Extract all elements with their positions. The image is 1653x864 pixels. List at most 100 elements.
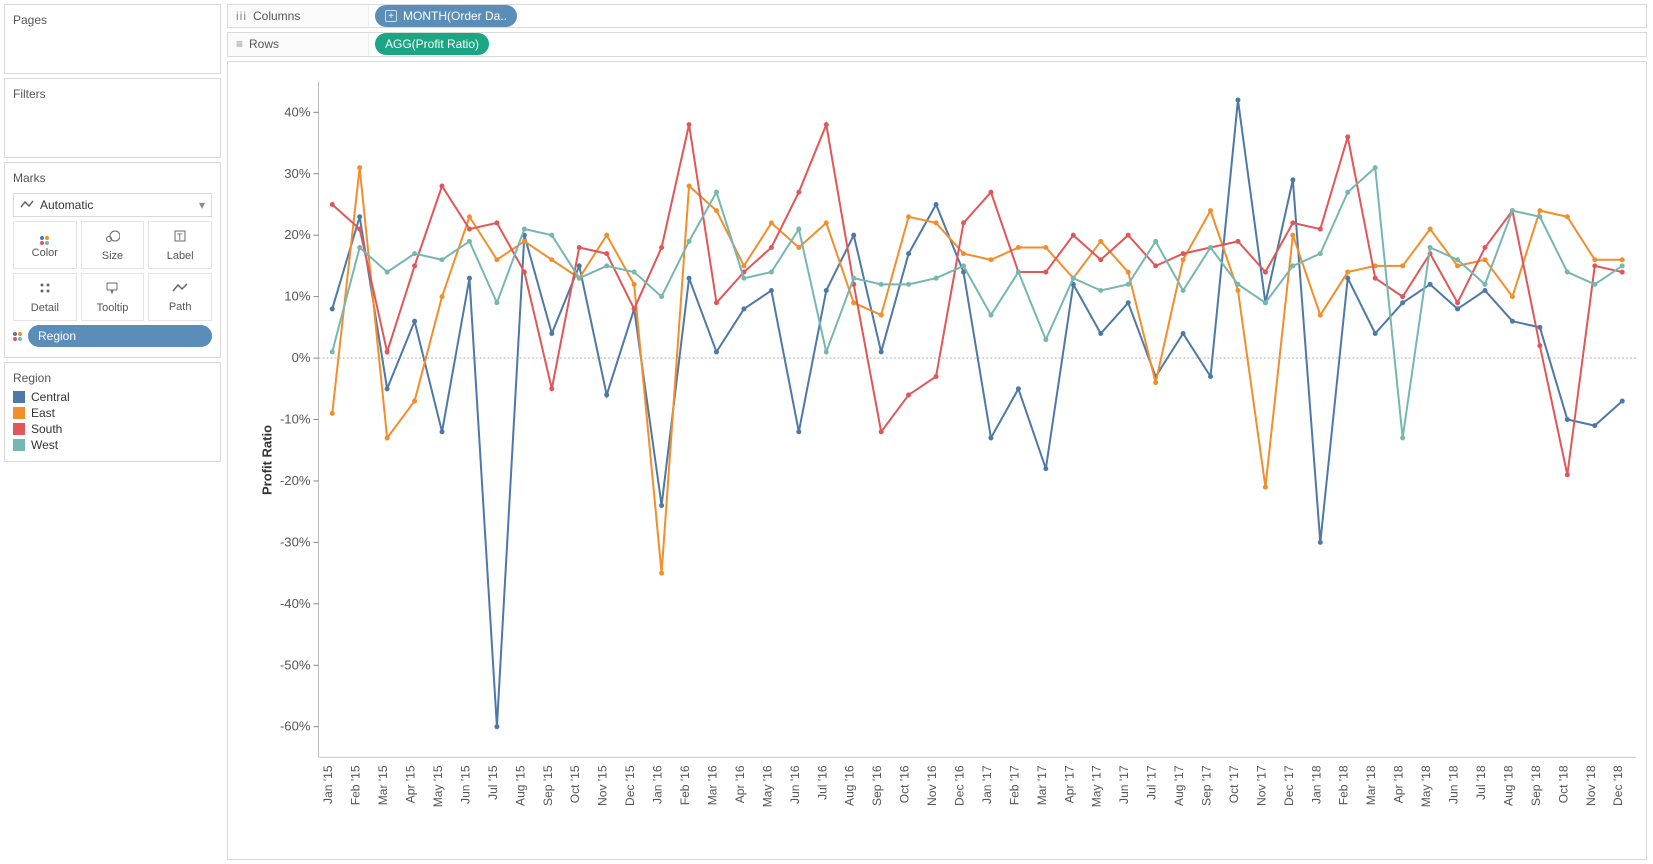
svg-text:Mar '17: Mar '17	[1035, 765, 1049, 805]
svg-text:Oct '17: Oct '17	[1227, 765, 1241, 803]
legend-item-central[interactable]: Central	[13, 389, 212, 405]
detail-icon	[38, 281, 52, 300]
svg-text:May '17: May '17	[1090, 765, 1104, 807]
svg-text:Jan '17: Jan '17	[980, 765, 994, 804]
svg-text:-40%: -40%	[280, 595, 311, 610]
svg-text:Jun '16: Jun '16	[788, 765, 802, 804]
svg-text:Dec '15: Dec '15	[623, 765, 637, 806]
svg-text:-30%: -30%	[280, 534, 311, 549]
svg-text:Apr '15: Apr '15	[404, 765, 418, 803]
legend-item-west[interactable]: West	[13, 437, 212, 453]
columns-shelf[interactable]: iii Columns + MONTH(Order Da..	[227, 4, 1647, 28]
svg-text:May '18: May '18	[1419, 765, 1433, 807]
color-icon	[40, 231, 49, 245]
svg-text:Jan '18: Jan '18	[1309, 765, 1323, 804]
svg-text:Oct '16: Oct '16	[898, 765, 912, 803]
svg-text:Feb '18: Feb '18	[1337, 765, 1351, 805]
svg-text:30%: 30%	[284, 165, 311, 180]
color-legend-card[interactable]: Region CentralEastSouthWest	[4, 362, 221, 462]
label-icon: T	[173, 229, 187, 248]
marks-color-button[interactable]: Color	[13, 221, 77, 269]
marks-tooltip-button[interactable]: Tooltip	[81, 273, 145, 321]
columns-icon: iii	[236, 9, 247, 23]
marks-card: Marks Automatic ▾ ColorSizeTLabelDetailT…	[4, 162, 221, 358]
marks-type-label: Automatic	[40, 198, 93, 212]
svg-text:Apr '18: Apr '18	[1392, 765, 1406, 803]
svg-text:0%: 0%	[292, 350, 311, 365]
rows-shelf-label: Rows	[249, 37, 279, 51]
svg-text:Apr '16: Apr '16	[733, 765, 747, 803]
svg-text:Apr '17: Apr '17	[1062, 765, 1076, 803]
svg-text:-60%: -60%	[280, 718, 311, 733]
legend-swatch	[13, 423, 25, 435]
line-chart: -60% -50% -40% -30% -20% -10% 0% 10% 20% 30% 40% Ja…	[228, 62, 1646, 859]
legend-item-south[interactable]: South	[13, 421, 212, 437]
svg-text:Aug '15: Aug '15	[513, 765, 527, 806]
svg-text:Aug '16: Aug '16	[843, 765, 857, 806]
rows-icon: ≡	[236, 37, 243, 51]
svg-text:Aug '18: Aug '18	[1501, 765, 1515, 806]
svg-text:T: T	[177, 232, 183, 242]
marks-size-button[interactable]: Size	[81, 221, 145, 269]
svg-text:Nov '15: Nov '15	[596, 765, 610, 806]
svg-text:Jul '16: Jul '16	[815, 765, 829, 800]
legend-swatch	[13, 439, 25, 451]
svg-text:Sep '16: Sep '16	[870, 765, 884, 806]
svg-text:Jan '15: Jan '15	[321, 765, 335, 804]
svg-text:Jul '17: Jul '17	[1145, 765, 1159, 800]
rows-shelf[interactable]: ≡ Rows AGG(Profit Ratio)	[227, 32, 1647, 56]
marks-type-dropdown[interactable]: Automatic ▾	[13, 193, 212, 217]
svg-text:Dec '17: Dec '17	[1282, 765, 1296, 806]
line-chart-icon	[20, 200, 34, 210]
svg-text:Jul '15: Jul '15	[486, 765, 500, 800]
svg-text:-50%: -50%	[280, 657, 311, 672]
path-icon	[172, 282, 188, 299]
chart-viewport[interactable]: Profit Ratio -60% -50% -40% -30% -20% -10% 0% 1…	[227, 61, 1647, 860]
y-axis-title: Profit Ratio	[260, 425, 275, 495]
marks-label-button[interactable]: TLabel	[148, 221, 212, 269]
legend-swatch	[13, 407, 25, 419]
svg-text:Oct '18: Oct '18	[1556, 765, 1570, 803]
pages-title: Pages	[13, 11, 212, 31]
pages-card[interactable]: Pages	[4, 4, 221, 74]
svg-text:Aug '17: Aug '17	[1172, 765, 1186, 806]
svg-text:20%: 20%	[284, 227, 311, 242]
marks-path-button[interactable]: Path	[148, 273, 212, 321]
svg-text:Sep '15: Sep '15	[541, 765, 555, 806]
filters-title: Filters	[13, 85, 212, 105]
marks-field-pill[interactable]: Region	[28, 325, 212, 347]
color-dots-icon	[13, 332, 22, 341]
svg-text:May '16: May '16	[760, 765, 774, 807]
svg-text:Jun '15: Jun '15	[458, 765, 472, 804]
svg-text:-20%: -20%	[280, 472, 311, 487]
svg-text:Feb '15: Feb '15	[349, 765, 363, 805]
svg-text:Oct '15: Oct '15	[568, 765, 582, 803]
marks-detail-button[interactable]: Detail	[13, 273, 77, 321]
svg-text:40%: 40%	[284, 104, 311, 119]
tooltip-icon	[105, 281, 119, 300]
svg-text:Jun '18: Jun '18	[1447, 765, 1461, 804]
svg-text:Mar '18: Mar '18	[1364, 765, 1378, 805]
svg-text:May '15: May '15	[431, 765, 445, 807]
svg-text:Nov '16: Nov '16	[925, 765, 939, 806]
svg-text:-10%: -10%	[280, 411, 311, 426]
svg-text:Feb '17: Feb '17	[1007, 765, 1021, 805]
columns-pill[interactable]: + MONTH(Order Da..	[375, 5, 517, 27]
legend-item-east[interactable]: East	[13, 405, 212, 421]
svg-text:Sep '17: Sep '17	[1200, 765, 1214, 806]
svg-text:Nov '17: Nov '17	[1254, 765, 1268, 806]
rows-pill[interactable]: AGG(Profit Ratio)	[375, 33, 489, 55]
svg-text:Feb '16: Feb '16	[678, 765, 692, 805]
svg-text:Nov '18: Nov '18	[1584, 765, 1598, 806]
svg-text:Dec '18: Dec '18	[1611, 765, 1625, 806]
legend-swatch	[13, 391, 25, 403]
legend-title: Region	[13, 369, 212, 389]
columns-shelf-label: Columns	[253, 9, 300, 23]
chevron-down-icon: ▾	[199, 198, 205, 212]
svg-text:Mar '15: Mar '15	[376, 765, 390, 805]
filters-card[interactable]: Filters	[4, 78, 221, 158]
plus-icon: +	[385, 10, 397, 22]
svg-text:10%: 10%	[284, 288, 311, 303]
svg-text:Mar '16: Mar '16	[705, 765, 719, 805]
svg-text:Sep '18: Sep '18	[1529, 765, 1543, 806]
